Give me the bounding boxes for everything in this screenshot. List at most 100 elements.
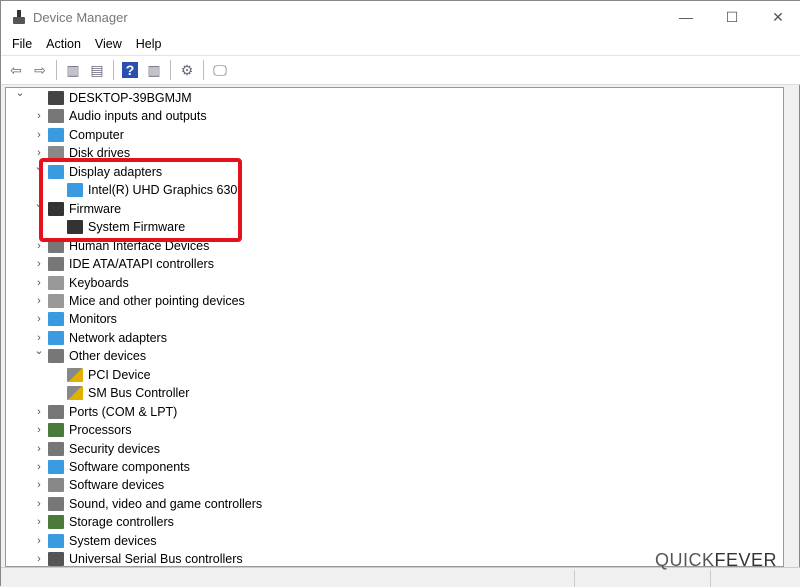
tree-item-label: SM Bus Controller bbox=[88, 386, 190, 401]
tree-item-label: Other devices bbox=[69, 349, 147, 364]
title-bar: Device Manager — ☐ ✕ bbox=[1, 1, 800, 33]
speaker-icon bbox=[48, 496, 64, 511]
menu-bar: File Action View Help bbox=[1, 33, 800, 55]
tree-item[interactable]: › Universal Serial Bus controllers bbox=[37, 550, 243, 566]
chevron-right-icon[interactable]: › bbox=[34, 406, 44, 418]
ide-icon bbox=[48, 257, 64, 272]
tree-item[interactable]: ⌄ Other devices bbox=[34, 345, 147, 365]
tree-item[interactable]: ⌄ DESKTOP-39BGMJM bbox=[15, 88, 192, 107]
tree-item[interactable]: › System devices bbox=[37, 532, 157, 550]
tree-item-label: Security devices bbox=[69, 441, 161, 456]
tree-item[interactable]: PCI Device bbox=[67, 366, 151, 384]
chevron-right-icon[interactable]: › bbox=[34, 516, 44, 528]
scan-hardware-button[interactable]: 🖵 bbox=[210, 60, 230, 80]
help-button[interactable]: ? bbox=[120, 60, 140, 80]
update-driver-icon: ⚙ bbox=[180, 61, 194, 78]
chevron-right-icon[interactable]: › bbox=[34, 277, 44, 289]
menu-action[interactable]: Action bbox=[39, 37, 88, 51]
tree-item[interactable]: › Audio inputs and outputs bbox=[37, 107, 207, 125]
show-hide-console-tree-icon: ▥ bbox=[66, 61, 80, 78]
chevron-right-icon[interactable]: › bbox=[34, 295, 44, 307]
forward-button[interactable]: ⇨ bbox=[30, 60, 50, 80]
warning-icon bbox=[67, 386, 83, 401]
help-icon: ? bbox=[121, 62, 139, 78]
network-icon bbox=[48, 330, 64, 345]
keyboard-icon bbox=[48, 275, 64, 290]
computer-icon bbox=[48, 91, 64, 105]
chevron-right-icon[interactable]: › bbox=[34, 332, 44, 344]
menu-help[interactable]: Help bbox=[129, 37, 169, 51]
tree-item[interactable]: › Network adapters bbox=[37, 329, 167, 347]
chevron-right-icon[interactable]: › bbox=[34, 498, 44, 510]
chevron-right-icon[interactable]: › bbox=[34, 313, 44, 325]
close-button[interactable]: ✕ bbox=[755, 1, 800, 33]
tree-item-label: PCI Device bbox=[88, 367, 151, 382]
software-component-icon bbox=[48, 460, 64, 474]
watermark: QUICKFEVER bbox=[654, 550, 777, 570]
tree-item[interactable]: › Ports (COM & LPT) bbox=[37, 403, 178, 421]
show-hide-console-tree-button[interactable]: ▥ bbox=[63, 60, 83, 80]
device-manager-icon bbox=[11, 9, 27, 25]
monitor-icon bbox=[48, 127, 64, 142]
back-icon: ⇦ bbox=[10, 61, 22, 78]
chevron-down-icon[interactable]: ⌄ bbox=[34, 344, 44, 357]
toolbar-separator bbox=[113, 60, 114, 80]
tree-item-label: Software components bbox=[69, 460, 190, 474]
menu-file[interactable]: File bbox=[5, 37, 39, 51]
tree-item-label: System devices bbox=[69, 533, 157, 548]
security-icon bbox=[48, 441, 64, 456]
toolbar-separator bbox=[56, 60, 57, 80]
tree-item-label: Software devices bbox=[69, 478, 165, 493]
chevron-down-icon[interactable]: ⌄ bbox=[15, 88, 25, 99]
unknown-device-icon bbox=[48, 349, 64, 364]
tree-item[interactable]: › Monitors bbox=[37, 310, 117, 328]
tree-item-label: Computer bbox=[69, 127, 124, 142]
tree-item[interactable]: › Storage controllers bbox=[37, 513, 174, 531]
tree-item-label: Processors bbox=[69, 423, 132, 438]
warning-icon bbox=[67, 367, 83, 382]
tree-item[interactable]: › Mice and other pointing devices bbox=[37, 292, 245, 310]
tree-item-label: Storage controllers bbox=[69, 515, 174, 530]
tree-item[interactable]: › Processors bbox=[37, 421, 132, 439]
update-driver-button[interactable]: ⚙ bbox=[177, 60, 197, 80]
properties-icon: ▤ bbox=[90, 61, 104, 78]
tree-item-label: Monitors bbox=[69, 312, 117, 327]
tree-item-label: IDE ATA/ATAPI controllers bbox=[69, 257, 214, 272]
tree-item-label: Mice and other pointing devices bbox=[69, 293, 245, 308]
tree-item[interactable]: › Security devices bbox=[37, 440, 161, 458]
minimize-button[interactable]: — bbox=[663, 1, 709, 33]
menu-view[interactable]: View bbox=[88, 37, 129, 51]
usb-icon bbox=[48, 552, 64, 566]
tree-item[interactable]: SM Bus Controller bbox=[67, 384, 189, 402]
speaker-icon bbox=[48, 109, 64, 124]
chevron-right-icon[interactable]: › bbox=[34, 535, 44, 547]
storage-icon bbox=[48, 515, 64, 530]
tree-item[interactable]: › Computer bbox=[37, 126, 124, 144]
chevron-right-icon[interactable]: › bbox=[34, 424, 44, 436]
tree-item[interactable]: › Software components bbox=[37, 458, 190, 476]
tree-item[interactable]: › IDE ATA/ATAPI controllers bbox=[37, 255, 214, 273]
chevron-right-icon[interactable]: › bbox=[34, 443, 44, 455]
chevron-right-icon[interactable]: › bbox=[34, 479, 44, 491]
chevron-right-icon[interactable]: › bbox=[34, 258, 44, 270]
chevron-right-icon[interactable]: › bbox=[34, 129, 44, 141]
toolbar: ⇦ ⇨ ▥ ▤? ▥ ⚙ 🖵 bbox=[1, 55, 800, 85]
tree-item-label: DESKTOP-39BGMJM bbox=[69, 91, 192, 105]
chevron-right-icon[interactable]: › bbox=[34, 461, 44, 473]
software-device-icon bbox=[48, 478, 64, 493]
chevron-right-icon[interactable]: › bbox=[34, 110, 44, 122]
maximize-button[interactable]: ☐ bbox=[709, 1, 755, 33]
tree-item-label: Ports (COM & LPT) bbox=[69, 404, 178, 419]
tree-item[interactable]: › Software devices bbox=[37, 476, 165, 494]
back-button[interactable]: ⇦ bbox=[6, 60, 26, 80]
properties-button[interactable]: ▤ bbox=[87, 60, 107, 80]
processor-icon bbox=[48, 423, 64, 438]
run-action-icon: ▥ bbox=[147, 61, 161, 78]
scan-hardware-icon: 🖵 bbox=[213, 61, 227, 78]
highlight-box bbox=[39, 158, 242, 242]
run-action-button[interactable]: ▥ bbox=[144, 60, 164, 80]
tree-item[interactable]: › Sound, video and game controllers bbox=[37, 495, 262, 513]
tree-item[interactable]: › Keyboards bbox=[37, 274, 129, 292]
chevron-right-icon[interactable]: › bbox=[34, 553, 44, 565]
system-devices-icon bbox=[48, 533, 64, 548]
